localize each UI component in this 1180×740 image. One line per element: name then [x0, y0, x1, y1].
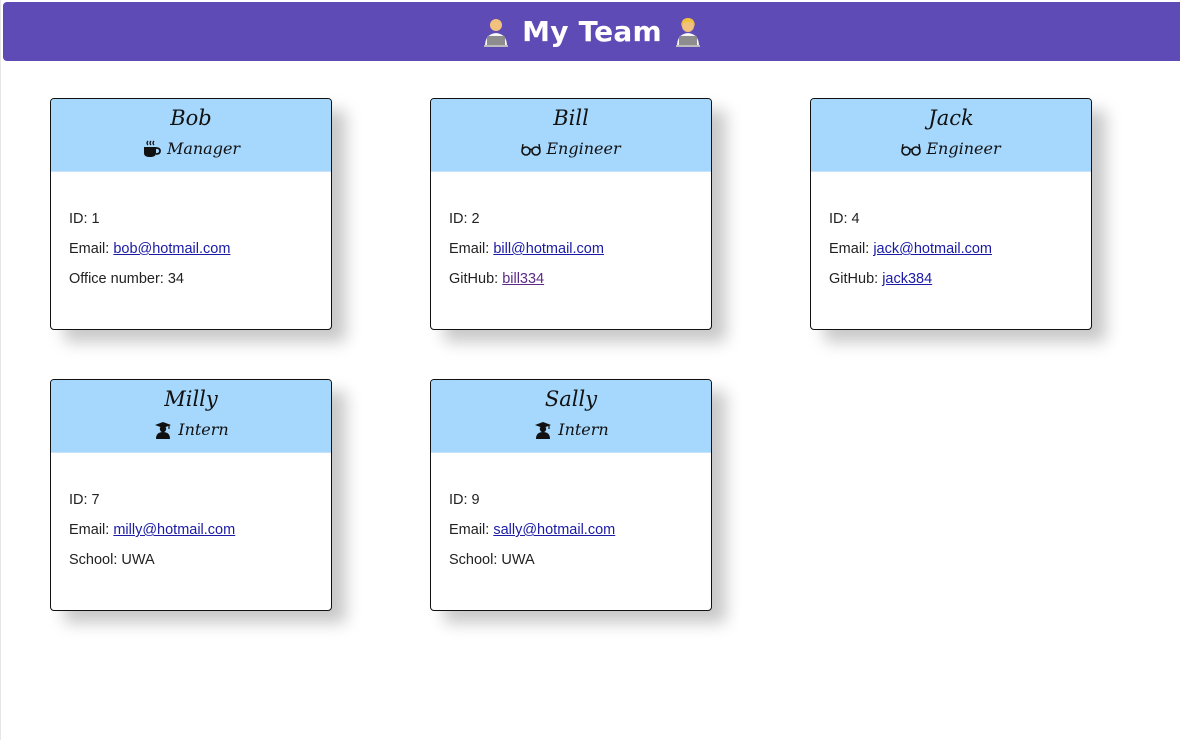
employee-email-row: Email: bob@hotmail.com [69, 239, 313, 269]
employee-card-jack: Jack Engineer ID: 4 Email: jack@hotmail.… [810, 98, 1092, 330]
employee-email-row: Email: milly@hotmail.com [69, 520, 313, 550]
github-row: GitHub: jack384 [829, 269, 1073, 299]
github-label: GitHub: [449, 271, 503, 287]
employee-id: ID: 1 [69, 211, 100, 227]
employee-id: ID: 2 [449, 211, 480, 227]
email-link[interactable]: jack@hotmail.com [873, 241, 992, 257]
card-body: ID: 7 Email: milly@hotmail.com School: U… [51, 453, 331, 580]
school: School: UWA [69, 552, 155, 568]
team-page: My Team Bob Manager ID: 1 Email: bob@hot… [0, 0, 1180, 740]
employee-name: Bill [553, 106, 589, 130]
employee-card-sally: Sally Intern ID: 9 Email: sally@hotmail.… [430, 379, 712, 611]
employee-email-row: Email: bill@hotmail.com [449, 239, 693, 269]
email-label: Email: [449, 522, 494, 538]
role-label: Engineer [926, 139, 1001, 158]
employee-email-row: Email: sally@hotmail.com [449, 520, 693, 550]
email-label: Email: [449, 241, 494, 257]
employee-role: Intern [431, 420, 711, 439]
employee-role: Intern [51, 420, 331, 439]
card-header: Bob Manager [51, 99, 331, 172]
email-link[interactable]: bob@hotmail.com [113, 241, 230, 257]
card-body: ID: 4 Email: jack@hotmail.com GitHub: ja… [811, 172, 1091, 299]
coffee-icon [143, 140, 161, 157]
employee-id: ID: 7 [69, 492, 100, 508]
employee-card-milly: Milly Intern ID: 7 Email: milly@hotmail.… [50, 379, 332, 611]
glasses-icon [521, 143, 542, 156]
email-link[interactable]: bill@hotmail.com [493, 241, 604, 257]
technologist-icon [484, 18, 509, 47]
github-link[interactable]: jack384 [882, 271, 932, 287]
employee-name: Milly [164, 387, 218, 411]
role-label: Manager [166, 139, 241, 158]
role-label: Intern [178, 420, 229, 439]
card-body: ID: 2 Email: bill@hotmail.com GitHub: bi… [431, 172, 711, 299]
role-label: Engineer [546, 139, 621, 158]
school: School: UWA [449, 552, 535, 568]
card-body: ID: 9 Email: sally@hotmail.com School: U… [431, 453, 711, 580]
graduate-icon [155, 421, 172, 439]
role-label: Intern [558, 420, 609, 439]
employee-card-bob: Bob Manager ID: 1 Email: bob@hotmail.com… [50, 98, 332, 330]
graduate-icon [535, 421, 552, 439]
employee-role: Manager [51, 139, 331, 158]
office-number: Office number: 34 [69, 271, 184, 287]
employee-id: ID: 4 [829, 211, 860, 227]
email-link[interactable]: milly@hotmail.com [113, 522, 235, 538]
email-label: Email: [829, 241, 874, 257]
github-link[interactable]: bill334 [502, 271, 544, 287]
card-header: Bill Engineer [431, 99, 711, 172]
employee-name: Sally [544, 387, 598, 411]
github-row: GitHub: bill334 [449, 269, 693, 299]
technologist-icon [675, 17, 700, 47]
employee-card-bill: Bill Engineer ID: 2 Email: bill@hotmail.… [430, 98, 712, 330]
card-header: Sally Intern [431, 380, 711, 453]
email-label: Email: [69, 522, 114, 538]
employee-role: Engineer [431, 139, 711, 158]
page-header: My Team [3, 2, 1180, 61]
employee-id: ID: 9 [449, 492, 480, 508]
card-header: Milly Intern [51, 380, 331, 453]
page-title: My Team [522, 15, 662, 48]
github-label: GitHub: [829, 271, 883, 287]
card-header: Jack Engineer [811, 99, 1091, 172]
glasses-icon [901, 143, 922, 156]
employee-email-row: Email: jack@hotmail.com [829, 239, 1073, 269]
email-link[interactable]: sally@hotmail.com [493, 522, 615, 538]
email-label: Email: [69, 241, 114, 257]
employee-name: Jack [928, 106, 974, 130]
employee-role: Engineer [811, 139, 1091, 158]
employee-name: Bob [170, 106, 212, 130]
header-content: My Team [480, 15, 704, 48]
card-body: ID: 1 Email: bob@hotmail.com Office numb… [51, 172, 331, 299]
